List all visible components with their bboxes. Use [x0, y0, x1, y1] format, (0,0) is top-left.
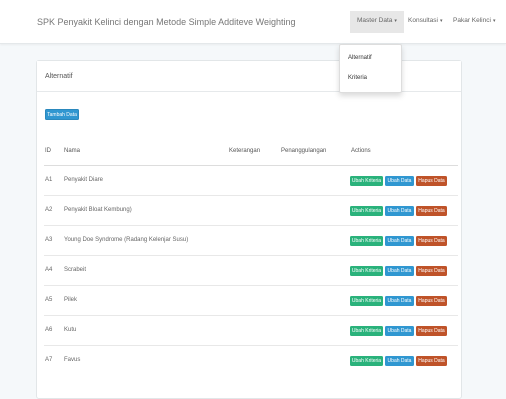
table-row: A3 Young Doe Syndrome (Radang Kelenjar S… — [44, 226, 458, 256]
dropdown-item-alternatif[interactable]: Alternatif — [348, 55, 372, 61]
navbar: SPK Penyakit Kelinci dengan Metode Simpl… — [0, 0, 506, 44]
alternatif-panel: Alternatif Tambah Data ID Nama Keteranga… — [36, 60, 462, 399]
table-row: A6 Kutu Ubah Kriteria Ubah Data Hapus Da… — [44, 316, 458, 346]
edit-criteria-button[interactable]: Ubah Kriteria — [350, 266, 383, 276]
edit-data-button[interactable]: Ubah Data — [385, 236, 414, 246]
edit-data-button[interactable]: Ubah Data — [385, 296, 414, 306]
edit-data-button[interactable]: Ubah Data — [385, 176, 414, 186]
row-id: A5 — [45, 297, 53, 303]
row-nama: Young Doe Syndrome (Radang Kelenjar Susu… — [64, 237, 189, 243]
brand-title[interactable]: SPK Penyakit Kelinci dengan Metode Simpl… — [37, 17, 296, 27]
caret-down-icon: ▾ — [440, 18, 443, 24]
add-data-button[interactable]: Tambah Data — [45, 109, 79, 120]
dropdown-item-kriteria[interactable]: Kriteria — [348, 75, 367, 81]
row-id: A7 — [45, 357, 53, 363]
edit-criteria-button[interactable]: Ubah Kriteria — [350, 176, 383, 186]
delete-data-button[interactable]: Hapus Data — [416, 236, 447, 246]
table-row: A7 Favus Ubah Kriteria Ubah Data Hapus D… — [44, 346, 458, 376]
row-id: A2 — [45, 207, 53, 213]
delete-data-button[interactable]: Hapus Data — [416, 356, 447, 366]
row-id: A3 — [45, 237, 53, 243]
row-id: A4 — [45, 267, 53, 273]
edit-criteria-button[interactable]: Ubah Kriteria — [350, 356, 383, 366]
row-nama: Scrabeit — [64, 267, 87, 273]
delete-data-button[interactable]: Hapus Data — [416, 266, 447, 276]
nav-konsultasi-label: Konsultasi — [408, 17, 438, 24]
delete-data-button[interactable]: Hapus Data — [416, 296, 447, 306]
caret-down-icon: ▾ — [492, 18, 496, 24]
edit-data-button[interactable]: Ubah Data — [385, 206, 414, 216]
nav-master-data[interactable]: Master Data ▾ — [350, 11, 404, 33]
row-nama: Penyakit Diare — [64, 177, 104, 183]
row-nama: Kutu — [64, 327, 77, 333]
row-id: A1 — [45, 177, 53, 183]
panel-title: Alternatif — [45, 73, 73, 80]
edit-data-button[interactable]: Ubah Data — [385, 326, 414, 336]
column-header-penanggulangan: Penanggulangan — [281, 148, 327, 154]
delete-data-button[interactable]: Hapus Data — [416, 326, 447, 336]
table-row: A4 Scrabeit Ubah Kriteria Ubah Data Hapu… — [44, 256, 458, 286]
table-row: A1 Penyakit Diare Ubah Kriteria Ubah Dat… — [44, 166, 458, 196]
delete-data-button[interactable]: Hapus Data — [416, 206, 447, 216]
nav-konsultasi[interactable]: Konsultasi ▾ — [408, 17, 443, 24]
nav-pakar-kelinci-label: Pakar Kelinci — [453, 17, 491, 24]
nav-pakar-kelinci[interactable]: Pakar Kelinci ▾ — [453, 17, 495, 24]
table-row: A2 Penyakit Bloat Kembung) Ubah Kriteria… — [44, 196, 458, 226]
column-header-nama: Nama — [64, 148, 81, 154]
nav-master-data-label: Master Data — [357, 17, 393, 24]
column-header-actions: Actions — [351, 148, 371, 154]
row-nama: Penyakit Bloat Kembung) — [64, 207, 132, 213]
edit-criteria-button[interactable]: Ubah Kriteria — [350, 326, 383, 336]
caret-down-icon: ▾ — [394, 18, 397, 24]
row-nama: Pilek — [64, 297, 78, 303]
column-header-keterangan: Keterangan — [229, 148, 261, 154]
edit-criteria-button[interactable]: Ubah Kriteria — [350, 236, 383, 246]
edit-data-button[interactable]: Ubah Data — [385, 356, 414, 366]
row-id: A6 — [45, 327, 53, 333]
edit-criteria-button[interactable]: Ubah Kriteria — [350, 206, 383, 216]
column-header-id: ID — [45, 148, 51, 154]
delete-data-button[interactable]: Hapus Data — [416, 176, 447, 186]
row-nama: Favus — [64, 357, 81, 363]
master-data-dropdown: Alternatif Kriteria — [339, 44, 402, 93]
edit-criteria-button[interactable]: Ubah Kriteria — [350, 296, 383, 306]
table-row: A5 Pilek Ubah Kriteria Ubah Data Hapus D… — [44, 286, 458, 316]
edit-data-button[interactable]: Ubah Data — [385, 266, 414, 276]
